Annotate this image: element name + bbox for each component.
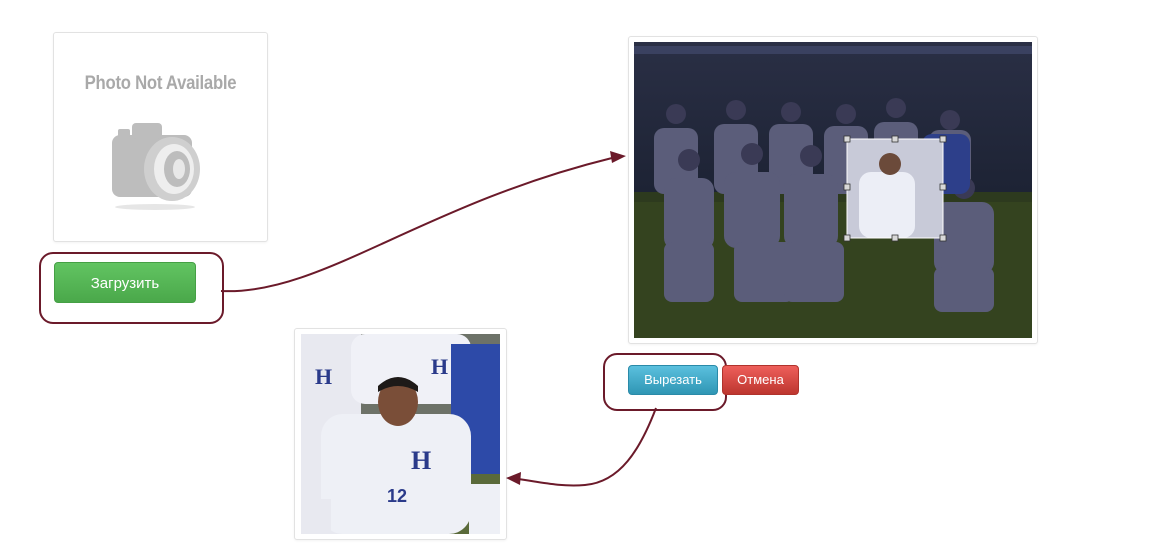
svg-text:H: H — [411, 446, 431, 475]
cropped-photo: H 12 H H — [301, 334, 500, 534]
svg-text:12: 12 — [387, 486, 407, 506]
svg-text:H: H — [431, 354, 448, 379]
cropped-result-frame: H 12 H H — [294, 328, 507, 540]
photo-placeholder: Photo Not Available — [53, 32, 268, 242]
svg-text:H: H — [315, 364, 332, 389]
camera-icon — [110, 111, 210, 211]
cancel-button[interactable]: Отмена — [722, 365, 799, 395]
photo-frame — [628, 36, 1038, 344]
team-photo[interactable] — [634, 42, 1032, 338]
placeholder-text: Photo Not Available — [84, 73, 237, 94]
upload-button[interactable]: Загрузить — [54, 262, 196, 303]
crop-button[interactable]: Вырезать — [628, 365, 718, 395]
